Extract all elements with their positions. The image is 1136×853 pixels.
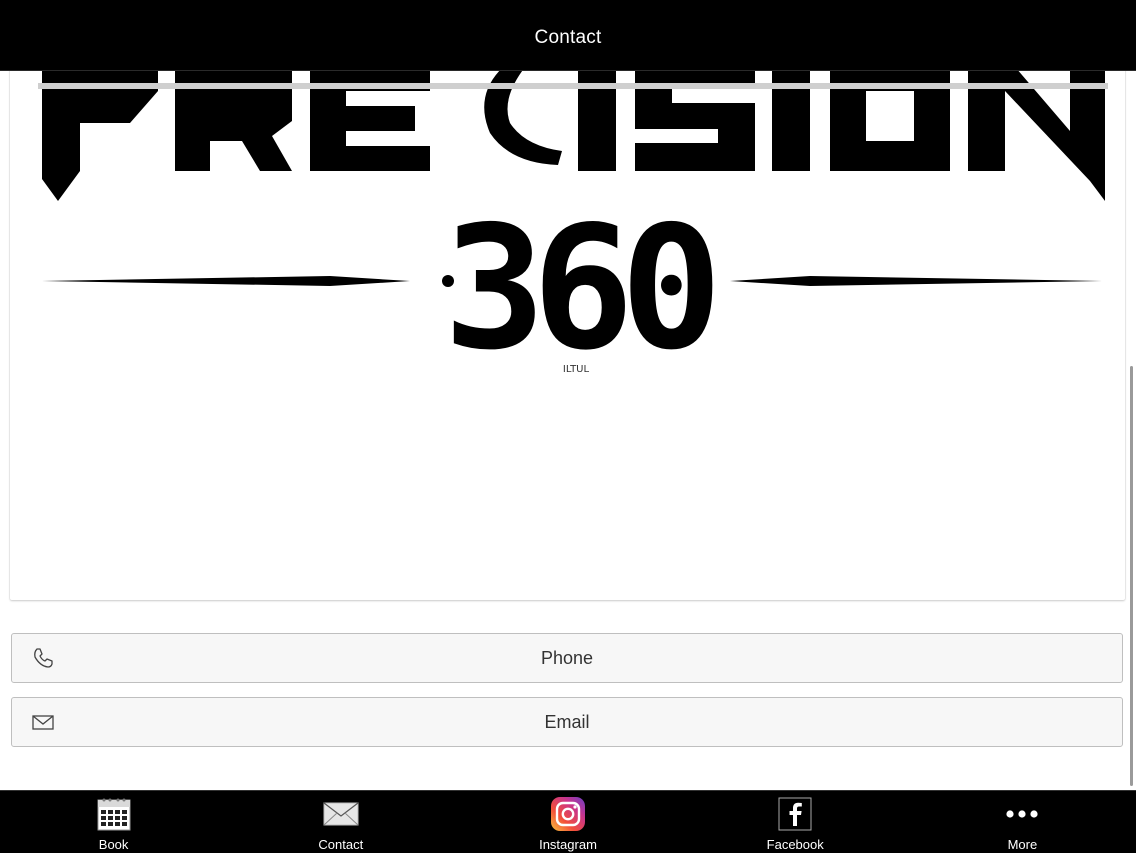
calendar-icon — [96, 796, 132, 832]
content-area[interactable]: 360 ILTUL Phone Email — [0, 71, 1136, 790]
phone-button[interactable]: Phone — [11, 633, 1123, 683]
logo-left-rule — [42, 276, 410, 286]
logo-wordmark — [42, 71, 1105, 201]
bottom-tab-bar: Book Contact Instagram Facebook More — [0, 790, 1136, 853]
tab-more-label: More — [1007, 837, 1038, 852]
logo-number: 360 — [443, 190, 713, 388]
tab-instagram-label: Instagram — [539, 837, 597, 852]
tab-facebook[interactable]: Facebook — [682, 791, 909, 853]
phone-icon — [32, 647, 54, 669]
more-dots-icon — [1004, 796, 1040, 832]
tab-more[interactable]: More — [909, 791, 1136, 853]
tab-instagram[interactable]: Instagram — [454, 791, 681, 853]
tab-facebook-label: Facebook — [766, 837, 824, 852]
envelope-icon — [323, 796, 359, 832]
tab-contact[interactable]: Contact — [227, 791, 454, 853]
facebook-icon — [777, 796, 813, 832]
tab-book[interactable]: Book — [0, 791, 227, 853]
logo-image-card: 360 ILTUL — [10, 71, 1125, 600]
instagram-icon — [550, 796, 586, 832]
tab-contact-label: Contact — [318, 837, 364, 852]
scrollbar[interactable] — [1130, 366, 1133, 786]
top-nav-bar: Contact — [0, 0, 1136, 71]
page-title: Contact — [534, 27, 602, 48]
tab-book-label: Book — [98, 837, 129, 852]
envelope-icon — [32, 711, 54, 733]
precision-360-logo: 360 ILTUL — [38, 71, 1108, 388]
email-label: Email — [544, 711, 590, 732]
logo-small-text: ILTUL — [563, 364, 590, 375]
logo-right-rule — [730, 276, 1102, 286]
phone-label: Phone — [540, 647, 594, 668]
email-button[interactable]: Email — [11, 697, 1123, 747]
